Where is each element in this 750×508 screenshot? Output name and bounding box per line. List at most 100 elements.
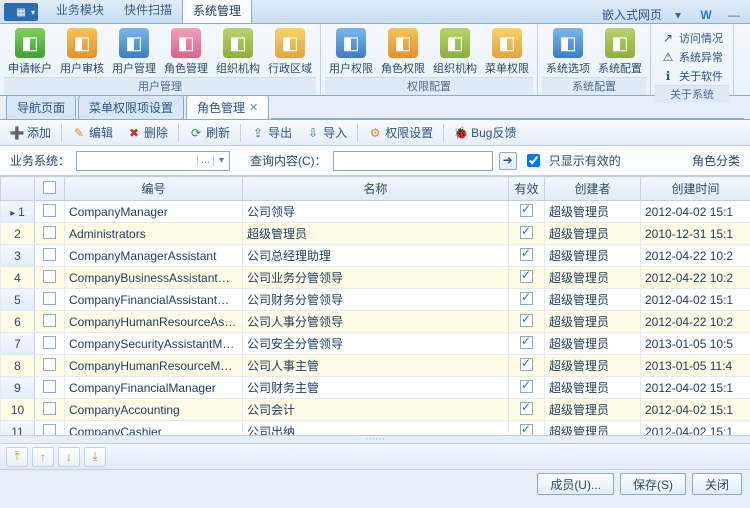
edit-button[interactable]: ✎编辑 <box>68 122 117 143</box>
table-row[interactable]: 7CompanySecurityAssistantManager公司安全分管领导… <box>1 333 750 355</box>
system-label: 业务系统： <box>10 152 70 169</box>
row-checkbox[interactable] <box>43 336 56 349</box>
ribbon-item[interactable]: ◧角色管理 <box>160 26 212 77</box>
ribbon-item[interactable]: ◧用户权限 <box>325 26 377 77</box>
help-icon[interactable]: W <box>694 8 718 22</box>
ribbon-item-label: 组织机构 <box>433 60 477 76</box>
row-checkbox[interactable] <box>43 402 56 415</box>
ribbon-item[interactable]: ◧系统选项 <box>542 26 594 77</box>
table-row[interactable]: 5CompanyFinancialAssistantManager公司财务分管领… <box>1 289 750 311</box>
ribbon-item[interactable]: ◧申请帐户 <box>4 26 56 77</box>
cell-time: 2010-12-31 15:1 <box>641 223 750 245</box>
cell-creator: 超级管理员 <box>545 311 641 333</box>
permission-button[interactable]: ⚙权限设置 <box>364 122 437 143</box>
ribbon-item[interactable]: ◧ 组织机构 <box>429 26 481 77</box>
valid-checkbox[interactable] <box>520 380 533 393</box>
ribbon-item[interactable]: ◧用户审核 <box>56 26 108 77</box>
menu-perm-icon: ◧ <box>492 28 522 58</box>
row-checkbox[interactable] <box>43 248 56 261</box>
save-button[interactable]: 保存(S) <box>620 473 686 495</box>
column-header[interactable]: 名称 <box>243 177 509 201</box>
minimize-icon[interactable]: — <box>722 8 746 22</box>
document-tab[interactable]: 菜单权限项设置 <box>78 95 184 119</box>
ribbon-item-label: 菜单权限 <box>485 60 529 76</box>
valid-checkbox[interactable] <box>520 336 533 349</box>
filter-bar: 业务系统： … ▾ 查询内容(C)： ➜ 只显示有效的 角色分类 <box>0 146 750 176</box>
system-input[interactable] <box>77 152 197 170</box>
splitter-handle[interactable]: ⋯⋯ <box>0 436 750 444</box>
ribbon-item[interactable]: ◧用户管理 <box>108 26 160 77</box>
table-row[interactable]: 3CompanyManagerAssistant公司总经理助理超级管理员2012… <box>1 245 750 267</box>
embedded-page-label[interactable]: 嵌入式网页 <box>602 6 662 23</box>
table-row[interactable]: 8CompanyHumanResourceManager公司人事主管超级管理员2… <box>1 355 750 377</box>
about-item[interactable]: ↗访问情况 <box>661 29 723 47</box>
row-checkbox[interactable] <box>43 270 56 283</box>
bug-button[interactable]: 🐞Bug反馈 <box>450 122 520 143</box>
about-item[interactable]: ⚠系统异常 <box>661 48 723 66</box>
table-row[interactable]: 4CompanyBusinessAssistantManager公司业务分管领导… <box>1 267 750 289</box>
row-checkbox[interactable] <box>43 314 56 327</box>
grid-area[interactable]: 编号名称有效创建者创建时间 1CompanyManager公司领导超级管理员20… <box>0 176 750 436</box>
about-item[interactable]: ℹ关于软件 <box>661 67 723 85</box>
delete-button[interactable]: ✖删除 <box>123 122 172 143</box>
table-row[interactable]: 1CompanyManager公司领导超级管理员2012-04-02 15:1 <box>1 201 750 223</box>
query-input[interactable] <box>333 151 493 171</box>
only-valid-checkbox[interactable] <box>527 154 540 167</box>
org-perm-icon: ◧ <box>440 28 470 58</box>
refresh-button[interactable]: ⟳刷新 <box>185 122 234 143</box>
table-row[interactable]: 2Administrators超级管理员超级管理员2010-12-31 15:1 <box>1 223 750 245</box>
system-combo[interactable]: … ▾ <box>76 151 230 171</box>
menu-tab[interactable]: 系统管理 <box>182 0 252 23</box>
member-button[interactable]: 成员(U)... <box>537 473 614 495</box>
column-header[interactable] <box>35 177 65 201</box>
row-checkbox[interactable] <box>43 292 56 305</box>
ribbon-item[interactable]: ◧行政区域 <box>264 26 316 77</box>
close-tab-icon[interactable]: ✕ <box>249 101 258 114</box>
move-down-button[interactable]: ↓ <box>58 447 80 467</box>
valid-checkbox[interactable] <box>520 270 533 283</box>
valid-checkbox[interactable] <box>520 292 533 305</box>
row-checkbox[interactable] <box>43 424 56 437</box>
move-up-button[interactable]: ↑ <box>32 447 54 467</box>
valid-checkbox[interactable] <box>520 226 533 239</box>
row-checkbox[interactable] <box>43 358 56 371</box>
valid-checkbox[interactable] <box>520 358 533 371</box>
valid-checkbox[interactable] <box>520 314 533 327</box>
ribbon-item[interactable]: ◧角色权限 <box>377 26 429 77</box>
app-menu-button[interactable]: ▦ <box>4 3 38 21</box>
row-checkbox[interactable] <box>43 380 56 393</box>
row-checkbox[interactable] <box>43 204 56 217</box>
valid-checkbox[interactable] <box>520 248 533 261</box>
document-tab[interactable]: 导航页面 <box>6 95 76 119</box>
chevron-down-icon[interactable]: ▾ <box>213 155 229 166</box>
column-header[interactable]: 创建时间 <box>641 177 750 201</box>
menu-tab[interactable]: 快件扫描 <box>114 0 182 23</box>
valid-checkbox[interactable] <box>520 402 533 415</box>
move-top-button[interactable]: ⤒ <box>6 447 28 467</box>
column-header[interactable] <box>1 177 35 201</box>
ribbon-item[interactable]: ◧ 菜单权限 <box>481 26 533 77</box>
ribbon-item[interactable]: ◧系统配置 <box>594 26 646 77</box>
column-header[interactable]: 有效 <box>509 177 545 201</box>
export-button[interactable]: ⇪导出 <box>247 122 296 143</box>
row-checkbox[interactable] <box>43 226 56 239</box>
table-row[interactable]: 9CompanyFinancialManager公司财务主管超级管理员2012-… <box>1 377 750 399</box>
add-button[interactable]: ➕添加 <box>6 122 55 143</box>
move-bottom-button[interactable]: ⤓ <box>84 447 106 467</box>
import-button[interactable]: ⇩导入 <box>302 122 351 143</box>
ribbon-item[interactable]: ◧组织机构 <box>212 26 264 77</box>
select-all-checkbox[interactable] <box>43 181 56 194</box>
search-go-button[interactable]: ➜ <box>499 152 517 170</box>
document-tab[interactable]: 角色管理✕ <box>186 95 269 119</box>
table-row[interactable]: 10CompanyAccounting公司会计超级管理员2012-04-02 1… <box>1 399 750 421</box>
valid-checkbox[interactable] <box>520 424 533 437</box>
column-header[interactable]: 创建者 <box>545 177 641 201</box>
menu-tab[interactable]: 业务模块 <box>46 0 114 23</box>
column-header[interactable]: 编号 <box>65 177 243 201</box>
valid-checkbox[interactable] <box>520 204 533 217</box>
table-row[interactable]: 6CompanyHumanResourceAssista...公司人事分管领导超… <box>1 311 750 333</box>
combo-clear-icon[interactable]: … <box>197 155 213 166</box>
plus-icon: ➕ <box>10 126 24 140</box>
close-button[interactable]: 关闭 <box>692 473 742 495</box>
dropdown-icon[interactable]: ▾ <box>666 8 690 22</box>
